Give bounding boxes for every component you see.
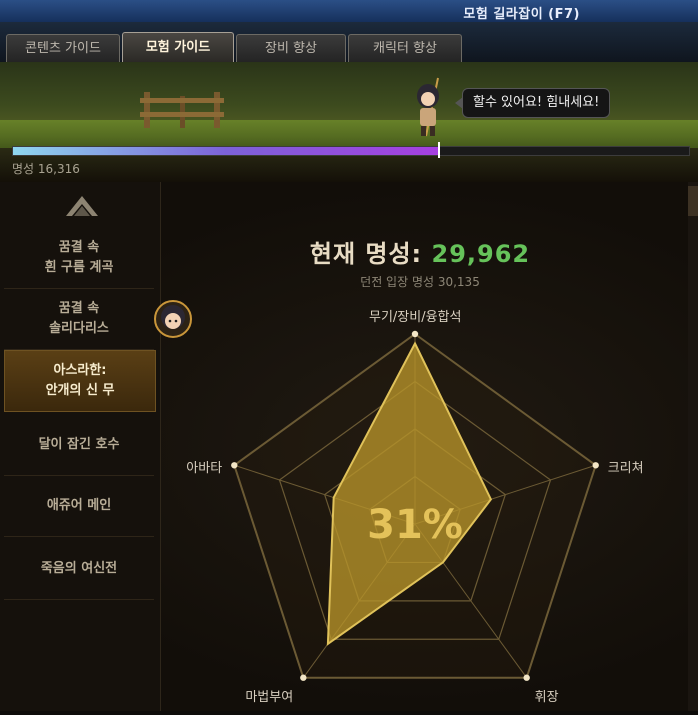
radar-center-percent: 31% xyxy=(367,502,463,548)
sidebar-item-label: 애쥬어 메인 xyxy=(46,498,112,513)
progress-banner: 할수 있어요! 힘내세요! 명성 16,316 xyxy=(0,62,698,182)
fence-icon xyxy=(140,92,224,128)
sidebar-item-dream-cloud-valley[interactable]: 꿈결 속 흰 구름 계곡 xyxy=(4,228,154,289)
sidebar-item-label: 아스라한: 안개의 신 무 xyxy=(45,363,115,398)
fame-progress-fill xyxy=(13,147,439,155)
scrollbar[interactable] xyxy=(688,182,698,711)
tab-adventure-guide[interactable]: 모험 가이드 xyxy=(122,32,234,63)
speech-bubble: 할수 있어요! 힘내세요! xyxy=(454,88,611,118)
radar-axis-label: 크리쳐 xyxy=(607,461,644,477)
current-fame: 현재 명성: 29,962 xyxy=(160,234,680,269)
radar-vertex-dot xyxy=(592,462,599,469)
adventure-panel: 꿈결 속 흰 구름 계곡 꿈결 속 솔리다리스 아스라한: 안개의 신 무 달이… xyxy=(0,182,698,711)
scrollbar-thumb[interactable] xyxy=(688,186,698,216)
tab-equipment-upgrade[interactable]: 장비 향상 xyxy=(236,34,346,62)
fame-label: 명성 16,316 xyxy=(12,162,80,176)
radar-axis-label: 아바타 xyxy=(186,461,223,477)
tab-content-guide[interactable]: 콘텐츠 가이드 xyxy=(6,34,120,62)
sidebar-item-label: 달이 잠긴 호수 xyxy=(38,437,120,452)
radar-vertex-dot xyxy=(300,674,307,681)
radar-axis-label: 휘장 xyxy=(534,689,559,705)
window-title: 모험 길라잡이 (F7) xyxy=(463,7,580,22)
sidebar-item-azure-main[interactable]: 애쥬어 메인 xyxy=(4,476,154,537)
sidebar-item-label: 꿈결 속 흰 구름 계곡 xyxy=(44,240,114,275)
fame-progress-bar xyxy=(12,146,690,156)
sidebar-item-label: 꿈결 속 솔리다리스 xyxy=(49,301,109,336)
progress-marker-icon xyxy=(437,142,440,158)
radar-vertex-dot xyxy=(523,674,530,681)
dungeon-entry-fame: 던전 입장 명성 30,135 xyxy=(360,275,480,289)
sidebar-item-moon-lake[interactable]: 달이 잠긴 호수 xyxy=(4,415,154,476)
dungeon-sidebar: 꿈결 속 흰 구름 계곡 꿈결 속 솔리다리스 아스라한: 안개의 신 무 달이… xyxy=(0,182,161,711)
radar-chart: 31% 무기/장비/융합석크리쳐휘장 마법부여 아바타 xyxy=(160,302,680,711)
radar-vertex-dot xyxy=(411,330,419,338)
sidebar-item-dream-solidaris[interactable]: 꿈결 속 솔리다리스 xyxy=(4,289,154,350)
tab-character-upgrade[interactable]: 캐릭터 향상 xyxy=(348,34,462,62)
current-fame-label: 현재 명성: xyxy=(309,240,423,268)
sidebar-item-label: 죽음의 여신전 xyxy=(40,561,118,576)
radar-vertex-dot xyxy=(231,462,238,469)
banner-grass xyxy=(0,120,698,148)
tab-bar: 콘텐츠 가이드 모험 가이드 장비 향상 캐릭터 향상 xyxy=(0,22,698,63)
scroll-up-arrow-icon[interactable] xyxy=(62,192,102,222)
radar-axis-label: 무기/장비/융합석 xyxy=(369,310,462,325)
sidebar-item-asrahan[interactable]: 아스라한: 안개의 신 무 xyxy=(4,350,156,412)
radar-axis-label: 마법부여 xyxy=(245,689,294,705)
character-sprite-icon xyxy=(417,77,439,137)
window-titlebar: 모험 길라잡이 (F7) xyxy=(0,0,698,22)
sidebar-item-death-goddess-temple[interactable]: 죽음의 여신전 xyxy=(4,539,154,600)
current-fame-value: 29,962 xyxy=(431,240,531,268)
radar-svg: 31% xyxy=(231,330,599,681)
